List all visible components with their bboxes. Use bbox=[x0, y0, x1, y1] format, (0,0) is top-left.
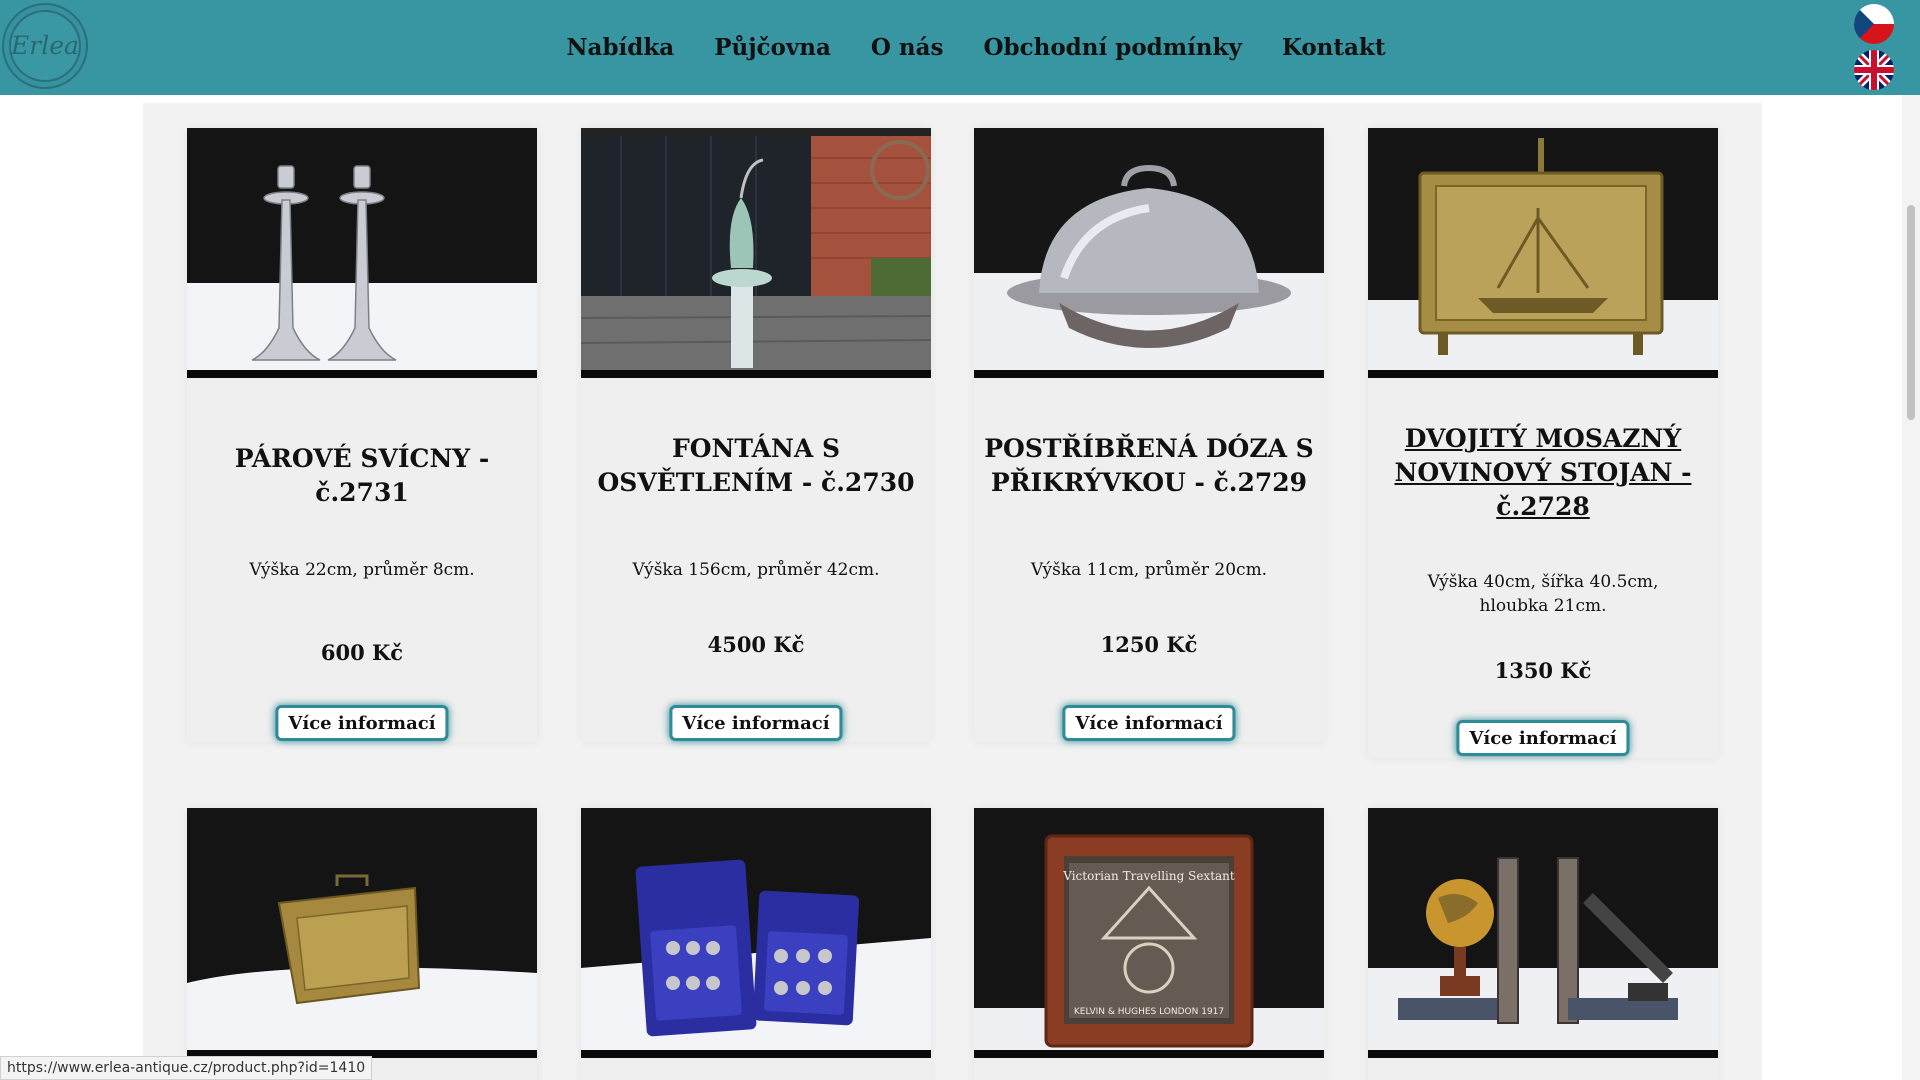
page-scrollbar[interactable] bbox=[1902, 95, 1920, 1080]
uk-flag-icon[interactable] bbox=[1854, 50, 1894, 90]
product-card: POSTŘÍBŘENÁ DÓZA S PŘIKRÝVKOU - č.2729 V… bbox=[974, 128, 1324, 742]
more-info-button[interactable]: Více informací bbox=[669, 705, 843, 741]
site-header: Erlea Nabídka Půjčovna O nás Obchodní po… bbox=[0, 0, 1920, 95]
main-nav: Nabídka Půjčovna O nás Obchodní podmínky… bbox=[0, 0, 1920, 95]
nav-item-nabidka[interactable]: Nabídka bbox=[567, 34, 675, 61]
product-image-brass-box[interactable] bbox=[187, 808, 537, 1058]
more-info-button[interactable]: Více informací bbox=[1456, 720, 1630, 756]
product-card: DVOJITÝ MOSAZNÝ NOVINOVÝ STOJAN - č.2728… bbox=[1368, 128, 1718, 758]
product-image-candlesticks[interactable] bbox=[187, 128, 537, 378]
product-title: PÁROVÉ SVÍCNY - č.2731 bbox=[234, 444, 490, 507]
product-description: Výška 11cm, průměr 20cm. bbox=[1030, 560, 1268, 580]
product-card: Victorian Travelling Sextant KELVIN & HU… bbox=[974, 808, 1324, 1080]
product-image-brass-rack[interactable] bbox=[1368, 128, 1718, 378]
cz-flag-icon[interactable] bbox=[1854, 4, 1894, 44]
product-title-link[interactable]: DVOJITÝ MOSAZNÝ NOVINOVÝ STOJAN - č.2728 bbox=[1368, 422, 1718, 524]
more-info-button[interactable]: Více informací bbox=[1062, 705, 1236, 741]
product-description: Výška 40cm, šířka 40.5cm, hloubka 21cm. bbox=[1427, 572, 1659, 616]
product-price: 1350 Kč bbox=[1494, 658, 1592, 683]
product-price: 4500 Kč bbox=[707, 632, 805, 657]
product-image-sextant-case[interactable]: Victorian Travelling Sextant KELVIN & HU… bbox=[974, 808, 1324, 1058]
product-price: 1250 Kč bbox=[1100, 632, 1198, 657]
scrollbar-thumb[interactable] bbox=[1907, 205, 1915, 420]
nav-item-kontakt[interactable]: Kontakt bbox=[1282, 34, 1386, 61]
product-card: PÁROVÉ SVÍCNY - č.2731 Výška 22cm, průmě… bbox=[187, 128, 537, 742]
product-price: 600 Kč bbox=[320, 640, 404, 665]
product-image-goblet-set[interactable] bbox=[581, 808, 931, 1058]
product-image-globe-bookends[interactable] bbox=[1368, 808, 1718, 1058]
nav-item-o-nas[interactable]: O nás bbox=[871, 34, 944, 61]
nav-item-pujcovna[interactable]: Půjčovna bbox=[714, 34, 831, 61]
product-description: Výška 22cm, průměr 8cm. bbox=[249, 560, 475, 580]
product-card: FONTÁNA S OSVĚTLENÍM - č.2730 Výška 156c… bbox=[581, 128, 931, 742]
more-info-button[interactable]: Více informací bbox=[275, 705, 449, 741]
product-description: Výška 156cm, průměr 42cm. bbox=[632, 560, 880, 580]
sextant-case-title: Victorian Travelling Sextant bbox=[1062, 869, 1235, 883]
nav-item-obchodni-podminky[interactable]: Obchodní podmínky bbox=[984, 34, 1242, 61]
product-card bbox=[1368, 808, 1718, 1080]
product-title: POSTŘÍBŘENÁ DÓZA S PŘIKRÝVKOU - č.2729 bbox=[984, 434, 1314, 497]
product-card bbox=[581, 808, 931, 1080]
product-card bbox=[187, 808, 537, 1080]
sextant-case-maker: KELVIN & HUGHES LONDON 1917 bbox=[1074, 1007, 1224, 1017]
product-title: FONTÁNA S OSVĚTLENÍM - č.2730 bbox=[597, 434, 915, 497]
product-image-fountain[interactable] bbox=[581, 128, 931, 378]
status-bar-url: https://www.erlea-antique.cz/product.php… bbox=[0, 1056, 373, 1080]
product-image-silver-dome[interactable] bbox=[974, 128, 1324, 378]
